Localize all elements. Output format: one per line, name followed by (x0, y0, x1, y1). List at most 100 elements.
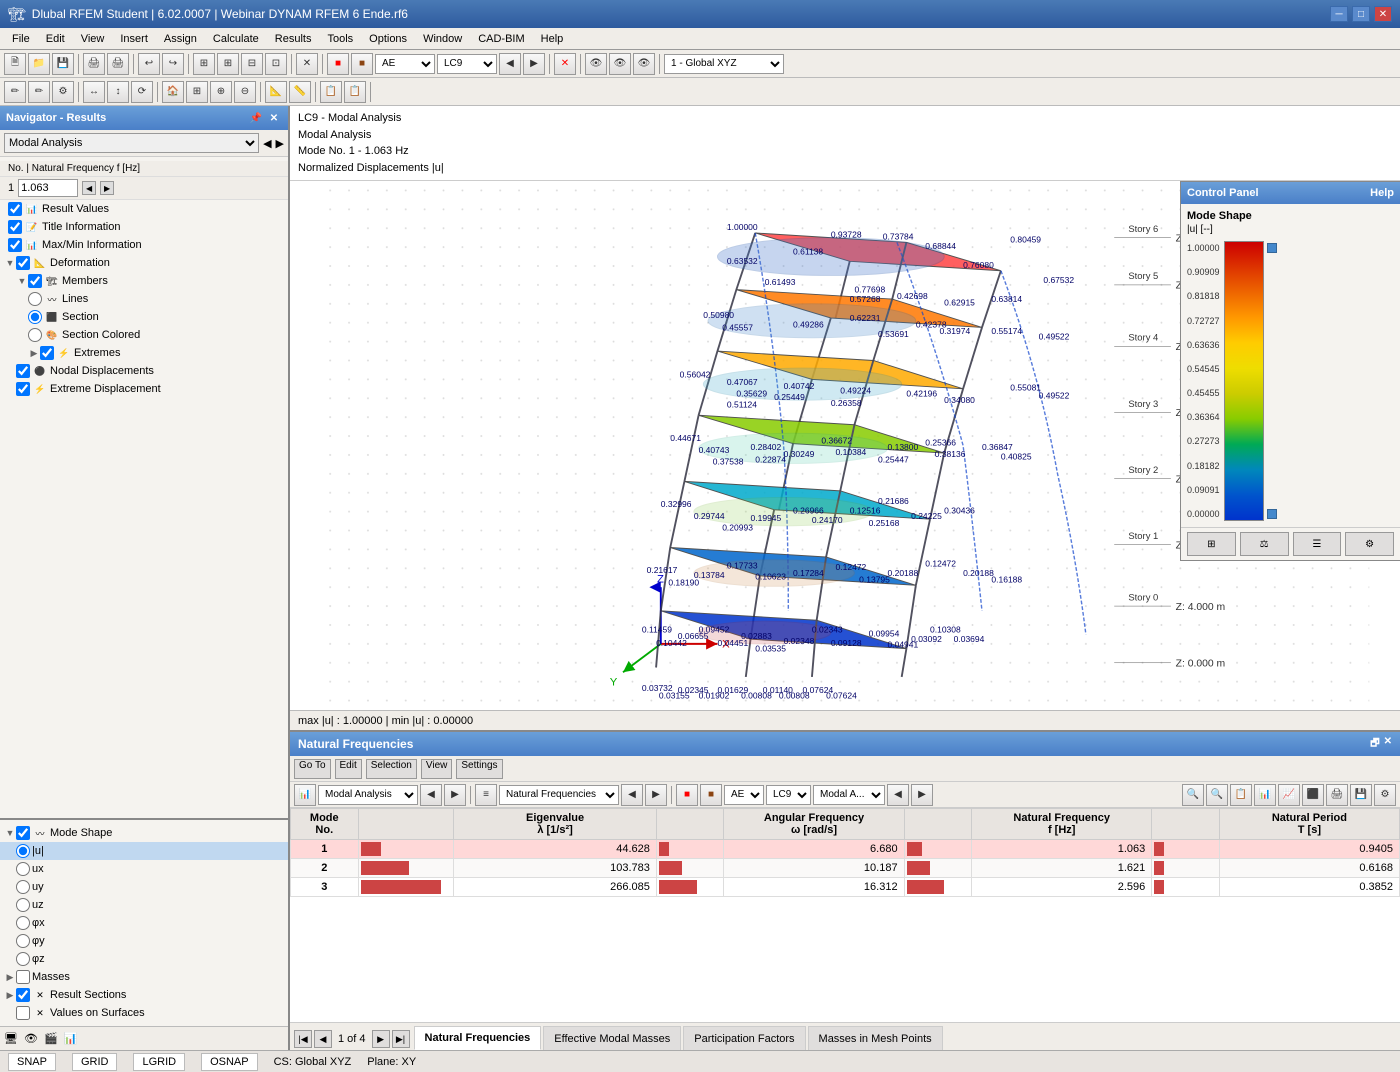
undo-btn[interactable]: ↩ (138, 53, 160, 75)
menu-calculate[interactable]: Calculate (205, 31, 267, 47)
tb-r5[interactable]: ↕ (107, 81, 129, 103)
tree-deformation[interactable]: ▼ 📐 Deformation (0, 254, 288, 272)
cp-close-button[interactable]: Help (1370, 187, 1394, 199)
cp-table-btn[interactable]: ⊞ (1187, 532, 1236, 556)
prev-lc[interactable]: ◀ (499, 53, 521, 75)
tb-r10[interactable]: ⊖ (234, 81, 256, 103)
mode-shape-expand[interactable]: ▼ (4, 828, 16, 838)
menu-help[interactable]: Help (533, 31, 572, 47)
bp-prev[interactable]: ◀ (420, 784, 442, 806)
section-radio[interactable] (28, 310, 42, 324)
close-button[interactable]: ✕ (1374, 6, 1392, 22)
nav-close[interactable]: ✕ (266, 113, 282, 124)
tree-values-surfaces[interactable]: ✕ Values on Surfaces (0, 1004, 288, 1022)
deformation-check[interactable] (16, 256, 30, 270)
osnap-btn[interactable]: OSNAP (201, 1053, 258, 1071)
nav-footer-icon1[interactable]: 🖥 (4, 1032, 18, 1045)
bp-icon1[interactable]: 🔍 (1182, 784, 1204, 806)
nav-prev[interactable]: ◀ (263, 137, 271, 150)
bp-icon3[interactable]: 📋 (1230, 784, 1252, 806)
result-sections-expand[interactable]: ▶ (4, 990, 16, 1001)
bp-view[interactable]: View (421, 759, 453, 779)
lc-number-combo[interactable]: LC9 (437, 54, 497, 74)
tab-natural-freq[interactable]: Natural Frequencies (414, 1026, 542, 1050)
lc-combo[interactable]: AE (375, 54, 435, 74)
tb5[interactable]: ⊟ (241, 53, 263, 75)
tree-uy[interactable]: uy (0, 878, 288, 896)
members-expand[interactable]: ▼ (16, 276, 28, 286)
extremes-expand[interactable]: ▶ (28, 348, 40, 359)
values-surfaces-check[interactable] (16, 1006, 30, 1020)
menu-view[interactable]: View (73, 31, 113, 47)
menu-results[interactable]: Results (267, 31, 320, 47)
phiy-radio[interactable] (16, 934, 30, 948)
masses-expand[interactable]: ▶ (4, 972, 16, 983)
menu-file[interactable]: File (4, 31, 38, 47)
bp-icon2[interactable]: 🔍 (1206, 784, 1228, 806)
nodal-check[interactable] (16, 364, 30, 378)
nav-analysis-combo[interactable]: Modal Analysis (4, 133, 259, 153)
menu-window[interactable]: Window (415, 31, 470, 47)
tree-nodal-displacements[interactable]: ⚫ Nodal Displacements (0, 362, 288, 380)
redo-btn[interactable]: ↪ (162, 53, 184, 75)
bp-tb-icon[interactable]: 📊 (294, 784, 316, 806)
nav-footer-icon3[interactable]: 🎬 (44, 1032, 58, 1045)
next-lc[interactable]: ▶ (523, 53, 545, 75)
nav-next[interactable]: ▶ (276, 137, 284, 150)
cp-scale-btn[interactable]: ⚖ (1240, 532, 1289, 556)
tb11[interactable]: 👁 (585, 53, 607, 75)
menu-assign[interactable]: Assign (156, 31, 205, 47)
view-combo[interactable]: 1 - Global XYZ (664, 54, 784, 74)
tree-ux[interactable]: ux (0, 860, 288, 878)
bp-last-btn[interactable]: ▶| (392, 1030, 410, 1048)
bp-selection[interactable]: Selection (366, 759, 417, 779)
nav-mode-input[interactable]: 1.063 (18, 179, 78, 197)
tree-result-values[interactable]: 📊 Result Values (0, 200, 288, 218)
maxmin-check[interactable] (8, 238, 22, 252)
tree-section[interactable]: ⬛ Section (0, 308, 288, 326)
tb13[interactable]: 👁 (633, 53, 655, 75)
bp-settings[interactable]: Settings (456, 759, 502, 779)
deformation-expand[interactable]: ▼ (4, 258, 16, 268)
title-info-check[interactable] (8, 220, 22, 234)
uy-radio[interactable] (16, 880, 30, 894)
bp-first-btn[interactable]: |◀ (294, 1030, 312, 1048)
tb-r2[interactable]: ✏ (28, 81, 50, 103)
tb-r12[interactable]: 📏 (289, 81, 311, 103)
cp-list-btn[interactable]: ☰ (1293, 532, 1342, 556)
tb-r4[interactable]: ↔ (83, 81, 105, 103)
scene[interactable]: Z: 28.000 m Story 6 Z: 24.000 m Story 5 … (290, 181, 1400, 710)
tree-maxmin-info[interactable]: 📊 Max/Min Information (0, 236, 288, 254)
tree-extreme-displacement[interactable]: ⚡ Extreme Displacement (0, 380, 288, 398)
members-check[interactable] (28, 274, 42, 288)
print2-btn[interactable]: 🖨 (107, 53, 129, 75)
tb-r3[interactable]: ⚙ (52, 81, 74, 103)
nav-footer-icon2[interactable]: 👁 (24, 1032, 38, 1045)
phix-radio[interactable] (16, 916, 30, 930)
snap-btn[interactable]: SNAP (8, 1053, 56, 1071)
tab-masses-mesh[interactable]: Masses in Mesh Points (808, 1026, 943, 1050)
open-btn[interactable]: 📁 (28, 53, 50, 75)
tb6[interactable]: ⊡ (265, 53, 287, 75)
tree-phix[interactable]: φx (0, 914, 288, 932)
tb-r1[interactable]: ✏ (4, 81, 26, 103)
nav-mode-prev[interactable]: ◀ (82, 181, 96, 195)
result-values-check[interactable] (8, 202, 22, 216)
tb-r7[interactable]: 🏠 (162, 81, 184, 103)
nav-pin[interactable]: 📌 (248, 113, 264, 124)
tab-effective-modal[interactable]: Effective Modal Masses (543, 1026, 681, 1050)
result-sections-check[interactable] (16, 988, 30, 1002)
bp-icon4[interactable]: 📊 (1254, 784, 1276, 806)
bp-red-icon[interactable]: ■ (676, 784, 698, 806)
extreme-disp-check[interactable] (16, 382, 30, 396)
bp-close-btn[interactable]: ✕ (1384, 736, 1392, 753)
bp-prev-page-btn[interactable]: ◀ (314, 1030, 332, 1048)
tree-phiy[interactable]: φy (0, 932, 288, 950)
tree-section-colored[interactable]: 🎨 Section Colored (0, 326, 288, 344)
tb8[interactable]: ■ (327, 53, 349, 75)
tb-r13[interactable]: 📋 (320, 81, 342, 103)
menu-cadbim[interactable]: CAD-BIM (470, 31, 532, 47)
menu-options[interactable]: Options (361, 31, 415, 47)
tree-uz[interactable]: uz (0, 896, 288, 914)
bp-edit[interactable]: Edit (335, 759, 362, 779)
